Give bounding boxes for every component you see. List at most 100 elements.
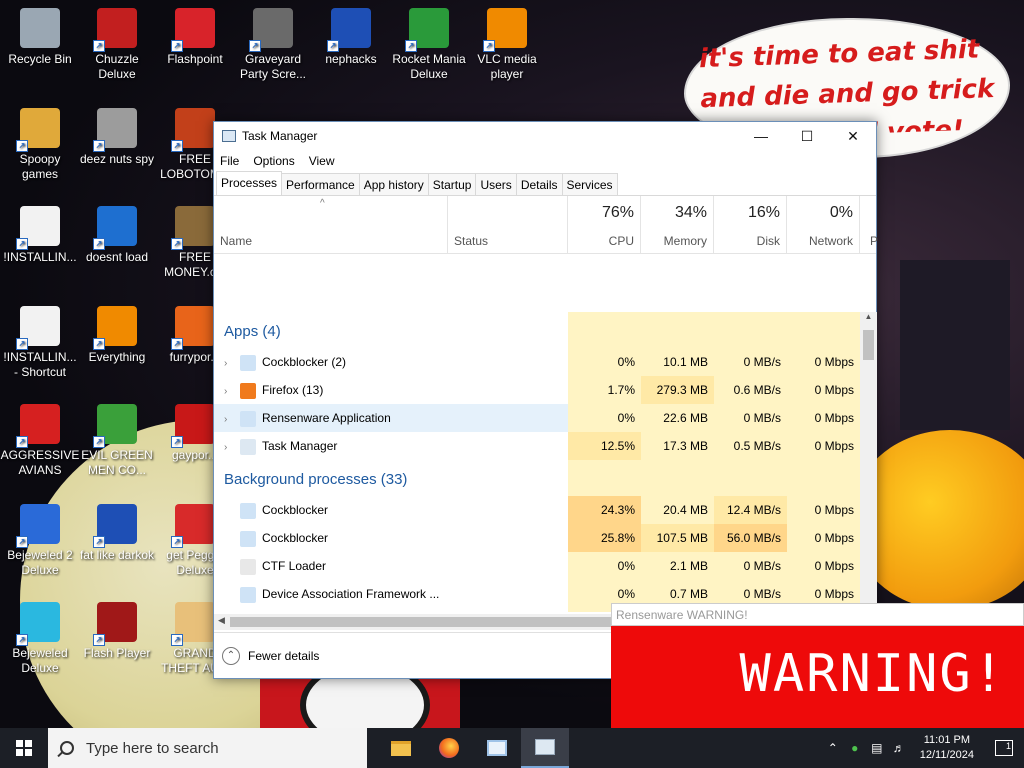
chevron-right-icon[interactable]: › bbox=[224, 350, 236, 376]
firefox-icon bbox=[240, 382, 256, 399]
chevron-right-icon[interactable]: › bbox=[224, 406, 236, 432]
column-disk[interactable]: 16% Disk bbox=[714, 196, 787, 254]
process-status bbox=[448, 348, 568, 376]
desktop-icon[interactable]: ↗ Rocket Mania Deluxe bbox=[389, 8, 469, 82]
shortcut-arrow-icon: ↗ bbox=[16, 634, 28, 646]
vertical-scrollbar[interactable]: ▲ bbox=[860, 312, 877, 612]
process-disk: 56.0 MB/s bbox=[714, 524, 787, 552]
process-row[interactable]: Cockblocker 24.3% 20.4 MB 12.4 MB/s 0 Mbps bbox=[214, 496, 860, 524]
desktop-icon[interactable]: ↗ !INSTALLIN... bbox=[0, 206, 80, 265]
taskbar-firefox[interactable] bbox=[425, 728, 473, 768]
group-heat-cell bbox=[641, 312, 714, 348]
process-status bbox=[448, 432, 568, 460]
desktop-icon[interactable]: ↗ Spoopy games bbox=[0, 108, 80, 182]
minimize-button[interactable]: — bbox=[738, 122, 784, 150]
menu-file[interactable]: File bbox=[220, 154, 239, 168]
desktop-icon[interactable]: ↗ deez nuts spy bbox=[77, 108, 157, 167]
rensenware-warning-window[interactable]: Rensenware WARNING! WARNING! bbox=[611, 603, 1024, 728]
desktop-icon[interactable]: ↗ fat like darkok bbox=[77, 504, 157, 563]
notification-center[interactable]: 1 bbox=[984, 740, 1024, 756]
network-total: 0% bbox=[829, 204, 853, 221]
maximize-button[interactable]: ☐ bbox=[784, 122, 830, 150]
column-cpu[interactable]: 76% CPU bbox=[568, 196, 641, 254]
process-disk: 0 MB/s bbox=[714, 552, 787, 580]
network-icon[interactable]: ▤ bbox=[866, 741, 888, 755]
desktop-icon[interactable]: ↗ Everything bbox=[77, 306, 157, 365]
tab-processes[interactable]: Processes bbox=[216, 171, 283, 195]
menu-view[interactable]: View bbox=[309, 154, 335, 168]
desktop-icon[interactable]: ↗ !INSTALLIN... - Shortcut bbox=[0, 306, 80, 380]
tab-startup[interactable]: Startup bbox=[427, 173, 477, 195]
process-cpu: 25.8% bbox=[568, 524, 641, 552]
fewer-details-link[interactable]: Fewer details bbox=[248, 649, 319, 663]
scroll-left-icon[interactable]: ◀ bbox=[218, 615, 225, 626]
tab-performance[interactable]: Performance bbox=[281, 173, 360, 195]
desktop-icon[interactable]: ↗ Flashpoint bbox=[155, 8, 235, 67]
chevron-up-icon[interactable]: ⌃ bbox=[222, 646, 240, 665]
tab-services[interactable]: Services bbox=[561, 173, 618, 195]
search-box[interactable]: Type here to search bbox=[48, 728, 367, 768]
group-heat-cell bbox=[714, 312, 787, 348]
process-name: CTF Loader bbox=[262, 559, 327, 573]
process-row[interactable]: Cockblocker 25.8% 107.5 MB 56.0 MB/s 0 Mbps bbox=[214, 524, 860, 552]
taskbar-rensenware-app[interactable] bbox=[473, 728, 521, 768]
window-title: Task Manager bbox=[242, 129, 318, 143]
process-row[interactable]: › Task Manager 12.5% 17.3 MB 0.5 MB/s 0 Mbps bbox=[214, 432, 860, 460]
chevron-right-icon[interactable]: › bbox=[224, 434, 236, 460]
tab-details[interactable]: Details bbox=[515, 173, 563, 195]
group-heat-cell bbox=[568, 460, 641, 496]
process-memory: 279.3 MB bbox=[641, 376, 714, 404]
rocket-mania-icon: ↗ bbox=[405, 8, 449, 52]
menu-bar: File Options View bbox=[214, 150, 876, 172]
taskbar-file-explorer[interactable] bbox=[377, 728, 425, 768]
process-network: 0 Mbps bbox=[787, 404, 860, 432]
volume-icon[interactable]: ♬ bbox=[888, 741, 910, 755]
desktop-icon[interactable]: ↗ nephacks bbox=[311, 8, 391, 67]
chevron-right-icon[interactable]: › bbox=[224, 378, 236, 404]
desktop-icon[interactable]: ↗ Flash Player bbox=[77, 602, 157, 661]
desktop-icon[interactable]: ↗ AGGRESSIVE AVIANS bbox=[0, 404, 80, 478]
menu-options[interactable]: Options bbox=[253, 154, 294, 168]
desktop-icon[interactable]: Recycle Bin bbox=[0, 8, 80, 67]
desktop-icon[interactable]: ↗ doesnt load bbox=[77, 206, 157, 265]
task-manager-window[interactable]: Task Manager — ☐ ✕ File Options View Pro… bbox=[213, 121, 878, 679]
column-memory[interactable]: 34% Memory bbox=[641, 196, 714, 254]
scroll-thumb[interactable] bbox=[863, 330, 874, 360]
taskbar-task-manager[interactable] bbox=[521, 728, 569, 768]
column-status[interactable]: Status bbox=[448, 196, 568, 254]
clock[interactable]: 11:01 PM 12/11/2024 bbox=[910, 733, 984, 763]
column-name[interactable]: ^ Name bbox=[214, 196, 448, 254]
start-button[interactable] bbox=[0, 728, 48, 768]
shortcut-arrow-icon: ↗ bbox=[171, 634, 183, 646]
tab-users[interactable]: Users bbox=[475, 173, 517, 195]
user-icon[interactable]: ● bbox=[844, 741, 866, 755]
thunderbird-icon: ↗ bbox=[93, 206, 137, 250]
app-window-icon bbox=[240, 410, 256, 427]
process-row[interactable]: › Rensenware Application 0% 22.6 MB 0 MB/s 0 … bbox=[214, 404, 860, 432]
desktop-icon[interactable]: ↗ Graveyard Party Scre... bbox=[233, 8, 313, 82]
chevron-up-icon[interactable]: ⌃ bbox=[822, 741, 844, 755]
column-network[interactable]: 0% Network bbox=[787, 196, 860, 254]
close-button[interactable]: ✕ bbox=[830, 122, 876, 150]
title-bar[interactable]: Task Manager — ☐ ✕ bbox=[214, 122, 876, 150]
process-cpu: 24.3% bbox=[568, 496, 641, 524]
shortcut-arrow-icon: ↗ bbox=[171, 238, 183, 250]
desktop-icon[interactable]: ↗ EVIL GREEN MEN CO... bbox=[77, 404, 157, 478]
desktop-icon-label: VLC media player bbox=[477, 52, 537, 81]
process-row[interactable]: › Firefox (13) 1.7% 279.3 MB 0.6 MB/s 0 Mbps bbox=[214, 376, 860, 404]
task-manager-icon bbox=[535, 739, 555, 755]
folder-icon: ↗ bbox=[16, 108, 60, 152]
desktop-icon[interactable]: ↗ Bejeweled Deluxe bbox=[0, 602, 80, 676]
process-row[interactable]: CTF Loader 0% 2.1 MB 0 MB/s 0 Mbps bbox=[214, 552, 860, 580]
process-row[interactable]: › Cockblocker (2) 0% 10.1 MB 0 MB/s 0 Mbps bbox=[214, 348, 860, 376]
shortcut-arrow-icon: ↗ bbox=[93, 40, 105, 52]
desktop-icon-label: Recycle Bin bbox=[8, 52, 72, 66]
ctf-loader-icon bbox=[240, 558, 256, 575]
desktop-icon[interactable]: ↗ Chuzzle Deluxe bbox=[77, 8, 157, 82]
process-disk: 0.6 MB/s bbox=[714, 376, 787, 404]
desktop-icon[interactable]: ↗ Bejeweled 2 Deluxe bbox=[0, 504, 80, 578]
column-power[interactable]: P bbox=[860, 196, 878, 254]
desktop-icon[interactable]: ↗ VLC media player bbox=[467, 8, 547, 82]
tab-app-history[interactable]: App history bbox=[358, 173, 429, 195]
scroll-up-icon[interactable]: ▲ bbox=[860, 312, 877, 326]
